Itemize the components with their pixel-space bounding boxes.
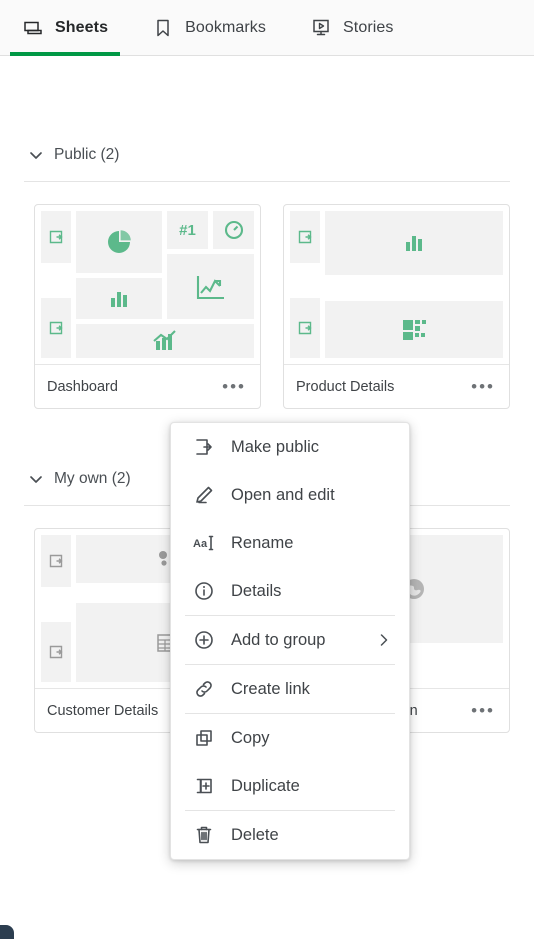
card-menu-button[interactable]: ••• (471, 702, 495, 719)
thumb-tile-kpi: #1 (167, 211, 208, 249)
thumb-tile-gauge (213, 211, 254, 249)
filter-pane-icon (298, 321, 312, 335)
sheets-browser-app: Sheets Bookmarks Stories Public (2) #1 D… (0, 0, 534, 939)
treemap-icon (403, 319, 426, 340)
thumb-tile-piechart (76, 211, 162, 273)
thumb-tile-blank (325, 280, 503, 296)
duplicate-icon (196, 778, 212, 794)
thumb-tile-linechart (167, 254, 254, 319)
gauge-icon (224, 220, 243, 240)
card-menu-button[interactable]: ••• (222, 378, 246, 395)
pencil-icon (196, 486, 213, 504)
rename-icon: Aa (193, 535, 214, 551)
pie-chart-icon (108, 230, 131, 253)
thumb-tile-blank (41, 592, 71, 617)
filter-pane-icon (49, 554, 63, 568)
filter-pane-icon (49, 645, 63, 659)
menu-item-label: Details (231, 581, 282, 600)
svg-text:Aa: Aa (193, 538, 208, 550)
thumb-tile-barchart (325, 211, 503, 275)
active-tab-underline (10, 51, 121, 56)
menu-item-label: Delete (231, 825, 279, 844)
chevron-down-icon (30, 476, 42, 483)
menu-item-make-public[interactable]: Make public (171, 423, 409, 471)
menu-item-label: Copy (231, 728, 270, 747)
card-product-details[interactable]: Product Details ••• (283, 204, 510, 409)
menu-item-label: Make public (231, 437, 320, 456)
chevron-right-icon (380, 634, 388, 646)
make-public-icon (196, 439, 212, 455)
tab-bookmarks-label: Bookmarks (185, 18, 267, 36)
section-my-own-title: My own (2) (54, 470, 131, 487)
tab-sheets-label: Sheets (55, 18, 109, 36)
thumb-tile-blank (290, 268, 320, 293)
thumb-tile-filter (41, 535, 71, 587)
bar-chart-icon (406, 236, 422, 251)
menu-item-label: Duplicate (231, 776, 300, 795)
card-thumbnail: #1 (35, 205, 260, 364)
section-public-title: Public (2) (54, 146, 120, 163)
card-footer: Product Details ••• (284, 364, 509, 408)
tab-sheets[interactable]: Sheets (0, 0, 130, 56)
menu-item-open-and-edit[interactable]: Open and edit (171, 471, 409, 519)
thumb-tile-treemap (325, 301, 503, 358)
card-title: Product Details (296, 378, 395, 395)
combo-chart-icon (153, 330, 176, 350)
main-tabbar: Sheets Bookmarks Stories (0, 0, 534, 56)
window-corner-accent (0, 925, 14, 939)
menu-item-label: Add to group (231, 630, 326, 649)
thumb-tile-filter-2 (41, 298, 71, 358)
thumb-tile-filter-2 (290, 298, 320, 358)
public-card-list: #1 Dashboard ••• Product Details ••• (0, 182, 534, 409)
sheet-icon (24, 21, 42, 34)
trash-icon (196, 826, 212, 844)
line-chart-icon (196, 275, 224, 299)
card-footer: Dashboard ••• (35, 364, 260, 408)
filter-pane-icon (49, 230, 63, 244)
menu-item-create-link[interactable]: Create link (171, 665, 409, 713)
menu-item-details[interactable]: Details (171, 567, 409, 615)
menu-item-label: Create link (231, 679, 310, 698)
tab-stories-label: Stories (343, 18, 394, 36)
thumb-tile-barchart (76, 278, 162, 319)
filter-pane-icon (298, 230, 312, 244)
story-icon (313, 19, 329, 35)
copy-icon (196, 730, 212, 746)
card-title: Customer Details (47, 702, 159, 719)
thumb-tile-filter (290, 211, 320, 263)
sheet-context-menu: Make public Open and edit Aa Rename Deta… (170, 422, 410, 860)
bar-chart-icon (111, 291, 127, 307)
menu-item-copy[interactable]: Copy (171, 714, 409, 762)
plus-circle-icon (195, 631, 213, 649)
section-public: Public (2) #1 Dashboard ••• Product Deta… (0, 138, 534, 409)
info-icon (195, 582, 213, 600)
menu-item-delete[interactable]: Delete (171, 811, 409, 859)
menu-item-label: Rename (231, 533, 294, 552)
menu-item-duplicate[interactable]: Duplicate (171, 762, 409, 810)
filter-pane-icon (49, 321, 63, 335)
link-icon (196, 681, 212, 697)
thumb-tile-filter (41, 211, 71, 263)
tab-stories[interactable]: Stories (288, 0, 416, 56)
bookmark-icon (157, 19, 169, 36)
card-title: Dashboard (47, 378, 118, 395)
card-dashboard[interactable]: #1 Dashboard ••• (34, 204, 261, 409)
thumb-tile-filter-2 (41, 622, 71, 682)
menu-item-label: Open and edit (231, 485, 335, 504)
thumb-tile-combochart (76, 324, 254, 358)
card-thumbnail (284, 205, 509, 364)
section-public-header[interactable]: Public (2) (0, 138, 534, 172)
chevron-down-icon (30, 152, 42, 159)
card-menu-button[interactable]: ••• (471, 378, 495, 395)
tab-bookmarks[interactable]: Bookmarks (130, 0, 288, 56)
thumb-tile-blank (41, 268, 71, 293)
menu-item-add-to-group[interactable]: Add to group (171, 616, 409, 664)
menu-item-rename[interactable]: Aa Rename (171, 519, 409, 567)
